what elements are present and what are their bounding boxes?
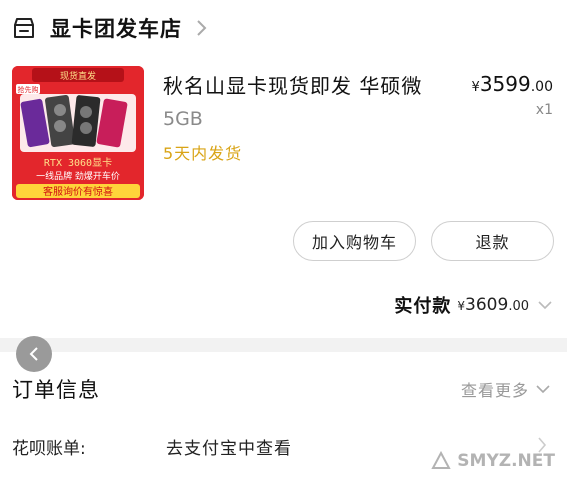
image-line3: 客服询价有惊喜 <box>43 185 113 198</box>
store-name[interactable]: 显卡团发车店 <box>50 13 182 43</box>
paid-label: 实付款 <box>394 296 452 317</box>
price-dec: .00 <box>530 79 553 95</box>
product-quantity: x1 <box>535 102 553 118</box>
see-more-label: 查看更多 <box>460 381 529 400</box>
chevron-down-icon <box>538 301 552 310</box>
watermark-logo-icon <box>431 451 451 469</box>
huabei-bill-label: 花呗账单: <box>12 439 86 459</box>
back-arrow-icon <box>29 347 38 361</box>
back-button[interactable] <box>16 336 52 372</box>
price-int: 3599 <box>479 72 531 96</box>
paid-dec: .00 <box>508 299 529 314</box>
huabei-bill-value[interactable]: 去支付宝中查看 <box>166 434 292 459</box>
watermark-text: SMYZ.NET <box>457 451 555 471</box>
chevron-right-icon <box>197 20 207 36</box>
product-image[interactable]: 现货直发 抢先购 RTX 3060显卡 一线品牌 劲爆开车价 客服询价有惊喜 <box>12 66 144 200</box>
product-price: ¥3599.00 <box>472 72 553 96</box>
add-to-cart-button[interactable]: 加入购物车 <box>293 221 416 261</box>
see-more-link[interactable]: 查看更多 <box>461 377 551 401</box>
image-line2: 一线品牌 劲爆开车价 <box>36 170 120 182</box>
product-spec: 5GB <box>163 108 203 130</box>
order-item-card: 显卡团发车店 现货直发 抢先购 RTX 3060显卡 一线品牌 劲爆开车价 客服… <box>0 0 567 338</box>
paid-int: 3609 <box>465 295 509 315</box>
order-info-title: 订单信息 <box>12 378 100 402</box>
product-title[interactable]: 秋名山显卡现货即发 华硕微 <box>163 70 422 99</box>
paid-amount-row[interactable]: 实付款 ¥3609.00 <box>394 292 553 318</box>
paid-price: ¥3609.00 <box>457 295 529 315</box>
store-header[interactable]: 显卡团发车店 <box>12 12 208 44</box>
image-badge-left: 抢先购 <box>18 85 39 94</box>
watermark: SMYZ.NET <box>431 451 555 471</box>
refund-button[interactable]: 退款 <box>431 221 554 261</box>
chevron-down-icon <box>536 385 550 394</box>
shipping-note: 5天内发货 <box>163 144 243 163</box>
paid-symbol: ¥ <box>457 299 466 313</box>
image-line1: RTX 3060显卡 <box>44 156 112 169</box>
price-symbol: ¥ <box>471 80 480 95</box>
image-badge-top: 现货直发 <box>60 70 96 82</box>
store-icon <box>14 18 34 38</box>
